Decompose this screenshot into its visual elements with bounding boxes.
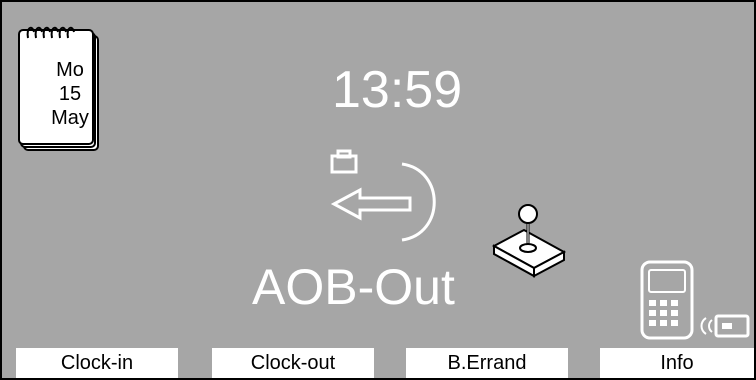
- calendar-day: Mo: [56, 59, 84, 81]
- calendar-widget: Mo 15 May: [18, 20, 104, 154]
- exit-arrow-icon: [320, 142, 450, 247]
- info-button[interactable]: Info: [600, 348, 754, 378]
- calendar-month: May: [51, 107, 89, 129]
- clock-time: 13:59: [332, 61, 463, 119]
- joystick-badge-icon: [490, 202, 570, 287]
- business-errand-button[interactable]: B.Errand: [406, 348, 568, 378]
- card-reader-icon: [634, 260, 754, 349]
- terminal-screen: Mo 15 May 13:59 AOB-Out Clock-in Clock-o…: [0, 0, 756, 380]
- clock-out-button[interactable]: Clock-out: [212, 348, 374, 378]
- clock-in-button[interactable]: Clock-in: [16, 348, 178, 378]
- calendar-day-number: 15: [58, 83, 82, 105]
- calendar-date: Mo 15 May: [40, 58, 100, 130]
- softkey-bar: Clock-in Clock-out B.Errand Info: [2, 348, 754, 378]
- mode-label: AOB-Out: [252, 259, 455, 315]
